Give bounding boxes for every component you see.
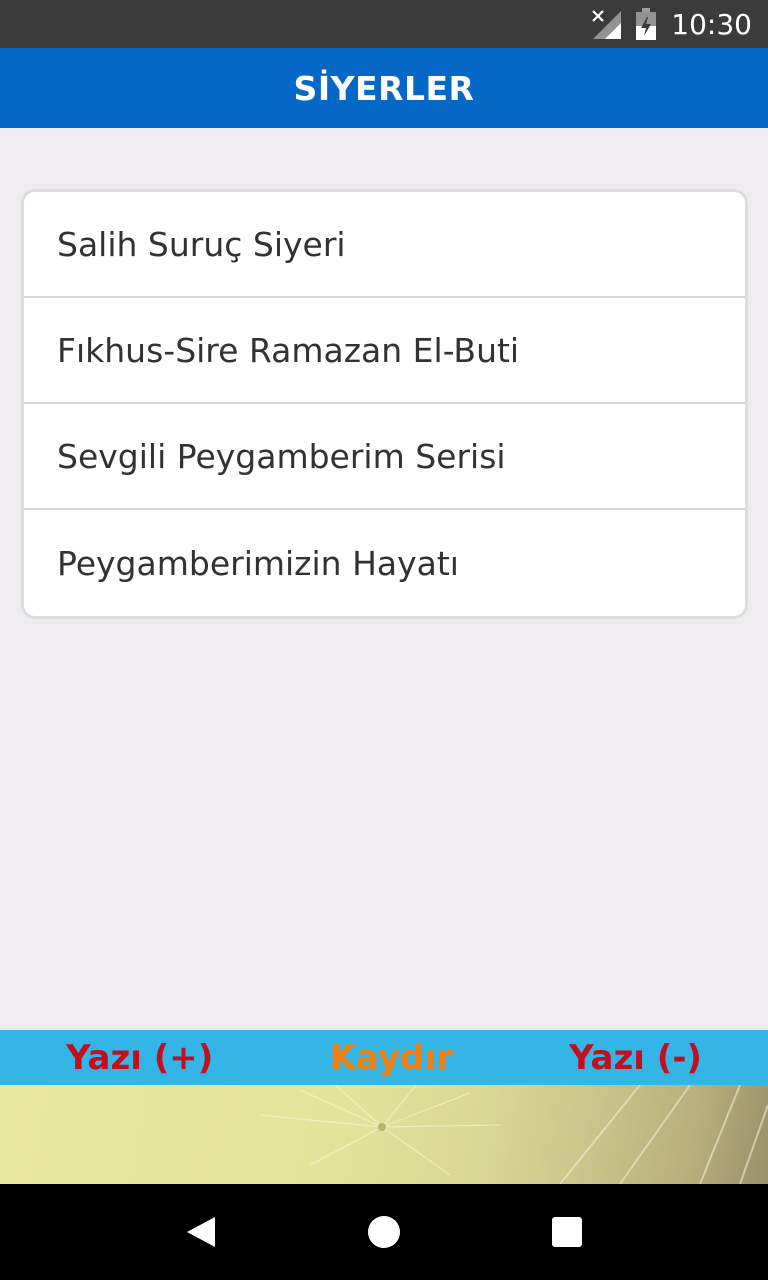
font-decrease-button[interactable]: Yazı (-) [569,1038,702,1078]
list-card: Salih Suruç Siyeri Fıkhus-Sire Ramazan E… [21,189,748,619]
status-time: 10:30 [671,7,752,41]
navigation-bar [0,1184,768,1280]
signal-no-service-icon [591,9,622,39]
status-bar: 10:30 [0,0,768,48]
font-increase-button[interactable]: Yazı (+) [66,1038,213,1078]
page-title: SİYERLER [293,68,475,108]
app-bar: SİYERLER [0,48,768,128]
list-item[interactable]: Sevgili Peygamberim Serisi [24,404,745,510]
screen: 10:30 SİYERLER Salih Suruç Siyeri Fıkhus… [0,0,768,1280]
bottom-toolbar: Yazı (+) Kaydır Yazı (-) [0,1030,768,1085]
battery-charging-icon [635,8,657,40]
list-item[interactable]: Salih Suruç Siyeri [24,192,745,298]
recents-icon[interactable] [535,1200,599,1264]
list-item[interactable]: Peygamberimizin Hayatı [24,510,745,616]
list-item[interactable]: Fıkhus-Sire Ramazan El-Buti [24,298,745,404]
dandelion-seed-decoration [259,1085,768,1184]
home-icon[interactable] [352,1200,416,1264]
back-icon[interactable] [169,1200,233,1264]
banner-image [0,1085,768,1184]
scroll-button[interactable]: Kaydır [330,1038,453,1078]
